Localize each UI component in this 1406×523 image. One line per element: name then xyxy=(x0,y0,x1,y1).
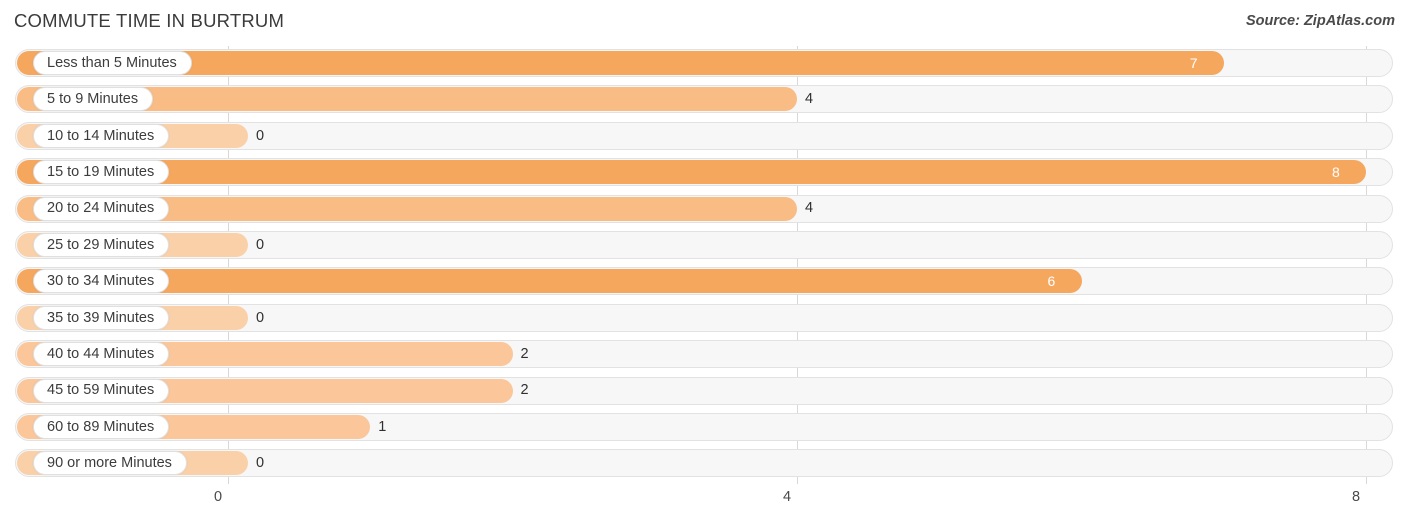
bar-value-label: 1 xyxy=(378,418,387,435)
x-axis: 0 4 8 xyxy=(0,483,1406,523)
bar-value-label: 4 xyxy=(805,91,814,108)
category-label: 35 to 39 Minutes xyxy=(47,309,155,326)
category-label: 10 to 14 Minutes xyxy=(47,127,155,144)
category-label-pill: 90 or more Minutes xyxy=(33,451,187,476)
bar-value-label: 0 xyxy=(256,127,265,144)
bar-row[interactable]: 60 to 89 Minutes 1 xyxy=(0,410,1406,446)
page-title: COMMUTE TIME IN BURTRUM xyxy=(14,10,285,31)
bar-row[interactable]: 5 to 9 Minutes 4 xyxy=(0,82,1406,118)
category-label: 20 to 24 Minutes xyxy=(47,200,155,217)
category-label-pill: 15 to 19 Minutes xyxy=(33,160,170,185)
category-label-pill: Less than 5 Minutes xyxy=(33,51,192,75)
category-label-pill: 10 to 14 Minutes xyxy=(33,123,170,148)
category-label: 30 to 34 Minutes xyxy=(47,273,155,290)
bar-row[interactable]: 25 to 29 Minutes 0 xyxy=(0,228,1406,264)
bar-row[interactable]: 90 or more Minutes 0 xyxy=(0,446,1406,482)
category-label-pill: 40 to 44 Minutes xyxy=(33,342,170,367)
value-bar[interactable] xyxy=(17,51,1224,75)
bar-value-label: 7 xyxy=(1189,55,1198,71)
category-label-pill: 45 to 59 Minutes xyxy=(33,378,170,403)
category-label: 90 or more Minutes xyxy=(47,455,172,472)
category-label-pill: 20 to 24 Minutes xyxy=(33,196,170,221)
bar-value-label: 2 xyxy=(520,382,529,399)
x-tick-label: 0 xyxy=(213,489,223,505)
bar-row[interactable]: Less than 5 Minutes 7 xyxy=(0,46,1406,82)
category-label-pill: 25 to 29 Minutes xyxy=(33,233,170,257)
value-bar[interactable] xyxy=(17,269,1082,294)
bar-row[interactable]: 45 to 59 Minutes 2 xyxy=(0,374,1406,410)
bar-row[interactable]: 10 to 14 Minutes 0 xyxy=(0,119,1406,155)
bar-value-label: 0 xyxy=(256,236,265,253)
x-tick-label: 8 xyxy=(1351,489,1361,505)
category-label: 60 to 89 Minutes xyxy=(47,418,155,435)
source-attribution: Source: ZipAtlas.com xyxy=(1245,13,1395,29)
bar-value-label: 0 xyxy=(256,309,265,326)
bar-row[interactable]: 20 to 24 Minutes 4 xyxy=(0,192,1406,228)
category-label-pill: 60 to 89 Minutes xyxy=(33,415,170,439)
chart-plot-area: Less than 5 Minutes 7 5 to 9 Minutes 4 10 to… xyxy=(0,46,1406,484)
bar-row[interactable]: 30 to 34 Minutes 6 xyxy=(0,264,1406,300)
bar-value-label: 4 xyxy=(805,200,814,217)
category-label-pill: 35 to 39 Minutes xyxy=(33,305,170,330)
bar-row[interactable]: 40 to 44 Minutes 2 xyxy=(0,337,1406,373)
bar-row[interactable]: 35 to 39 Minutes 0 xyxy=(0,301,1406,337)
category-label: Less than 5 Minutes xyxy=(47,54,177,71)
chart-header: COMMUTE TIME IN BURTRUM Source: ZipAtlas… xyxy=(0,0,1406,46)
value-bar[interactable] xyxy=(17,160,1366,185)
bar-row[interactable]: 15 to 19 Minutes 8 xyxy=(0,155,1406,191)
category-label: 45 to 59 Minutes xyxy=(47,382,155,399)
category-label: 25 to 29 Minutes xyxy=(47,236,155,253)
category-label: 5 to 9 Minutes xyxy=(47,91,139,108)
category-label-pill: 30 to 34 Minutes xyxy=(33,269,170,294)
bar-value-label: 6 xyxy=(1047,273,1056,290)
x-tick-label: 4 xyxy=(782,489,792,505)
bar-value-label: 2 xyxy=(520,345,529,362)
bar-value-label: 0 xyxy=(256,455,265,472)
category-label-pill: 5 to 9 Minutes xyxy=(33,87,154,112)
category-label: 15 to 19 Minutes xyxy=(47,163,155,180)
bar-value-label: 8 xyxy=(1332,164,1340,181)
category-label: 40 to 44 Minutes xyxy=(47,345,155,362)
